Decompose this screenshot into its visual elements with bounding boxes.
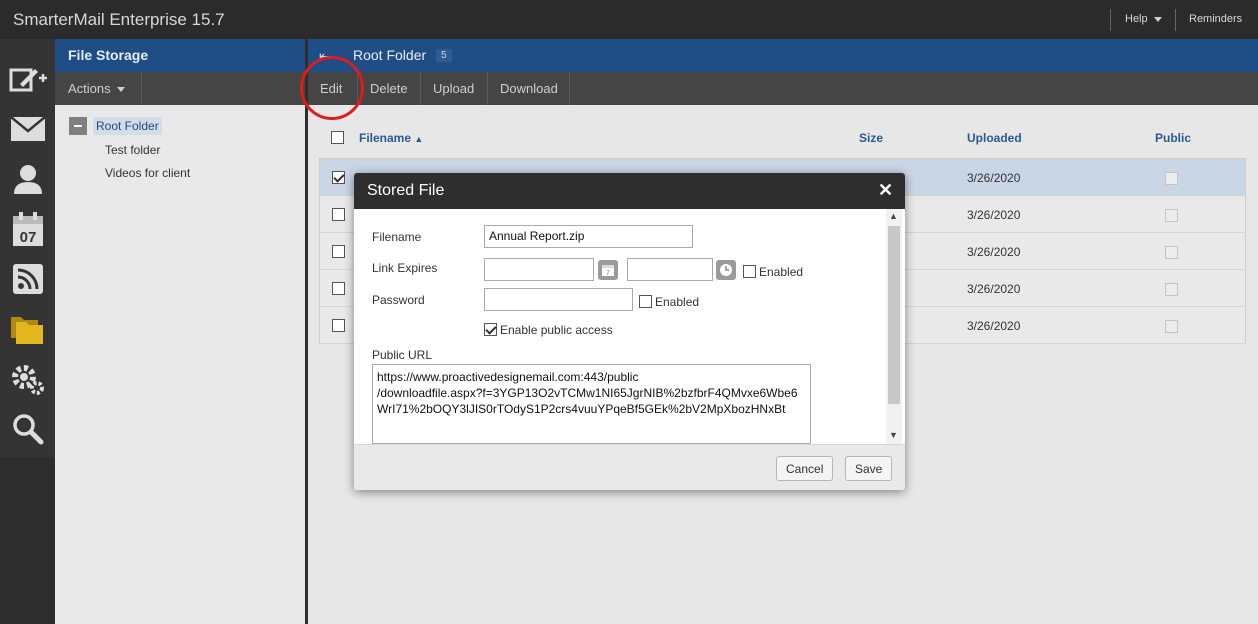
- file-storage-icon[interactable]: [8, 309, 48, 349]
- rss-icon[interactable]: [8, 259, 48, 299]
- mail-icon[interactable]: [8, 109, 48, 149]
- uploaded-cell: 3/26/2020: [967, 319, 1021, 333]
- dialog-header: Stored File ✕: [354, 173, 905, 209]
- uploaded-cell: 3/26/2020: [967, 171, 1021, 185]
- folder-title: Root Folder: [353, 47, 427, 63]
- main-toolbar: Edit Delete Upload Download: [308, 72, 1258, 105]
- public-checkbox[interactable]: [1165, 246, 1178, 259]
- download-button[interactable]: Download: [488, 72, 570, 105]
- svg-text:7: 7: [606, 270, 610, 277]
- filename-label: Filename: [372, 230, 422, 244]
- password-enabled-checkbox[interactable]: [639, 295, 652, 308]
- row-checkbox[interactable]: [332, 282, 345, 295]
- column-uploaded[interactable]: Uploaded: [967, 131, 1022, 145]
- tree-root[interactable]: Root Folder: [69, 117, 162, 135]
- clock-picker-icon[interactable]: [716, 260, 736, 280]
- password-enabled-label: Enabled: [655, 295, 700, 309]
- actions-dropdown[interactable]: Actions: [55, 72, 142, 105]
- upload-button[interactable]: Upload: [421, 72, 488, 105]
- password-label: Password: [372, 293, 425, 307]
- reminders-link[interactable]: Reminders: [1189, 13, 1242, 25]
- stored-file-dialog: Stored File ✕ Filename Annual Report.zip…: [354, 173, 905, 490]
- link-expires-enabled-checkbox[interactable]: [743, 265, 756, 278]
- public-url-line: WrI71%2bOQY3lJIS0rTOdyS1P2crs4vuuYPqeBf5…: [377, 402, 786, 416]
- close-icon[interactable]: ✕: [878, 180, 893, 201]
- file-storage-header: File Storage: [55, 39, 305, 72]
- public-checkbox[interactable]: [1165, 320, 1178, 333]
- dialog-scrollbar[interactable]: ▲ ▼: [886, 209, 902, 444]
- sort-ascending-icon: ▲: [414, 134, 424, 144]
- public-checkbox[interactable]: [1165, 283, 1178, 296]
- actions-label: Actions: [68, 81, 111, 96]
- public-checkbox[interactable]: [1165, 209, 1178, 222]
- column-filename[interactable]: Filename ▲: [359, 131, 423, 145]
- topbar-separator: [1110, 9, 1111, 31]
- column-filename-label: Filename: [359, 131, 412, 145]
- filename-input[interactable]: Annual Report.zip: [484, 225, 693, 248]
- main-header: ⇤ Root Folder 5: [308, 39, 1258, 72]
- collapse-icon[interactable]: [69, 117, 87, 135]
- app-title: SmarterMail Enterprise 15.7: [13, 10, 225, 29]
- tree-root-label[interactable]: Root Folder: [93, 117, 162, 135]
- public-checkbox[interactable]: [1165, 172, 1178, 185]
- dialog-title: Stored File: [367, 182, 445, 199]
- dialog-body: Filename Annual Report.zip Link Expires …: [354, 209, 905, 444]
- row-checkbox[interactable]: [332, 171, 345, 184]
- scroll-up-icon[interactable]: ▲: [889, 211, 898, 221]
- left-toolbar: Actions: [55, 72, 305, 105]
- calendar-icon[interactable]: 07: [8, 209, 48, 249]
- column-size[interactable]: Size: [859, 131, 883, 145]
- public-url-label: Public URL: [372, 348, 433, 362]
- column-public[interactable]: Public: [1155, 131, 1191, 145]
- compose-icon[interactable]: [8, 59, 48, 99]
- top-bar: SmarterMail Enterprise 15.7 Help Reminde…: [0, 0, 1258, 39]
- tree-item-test-folder[interactable]: Test folder: [105, 143, 160, 157]
- calendar-picker-icon[interactable]: 7: [598, 260, 618, 280]
- rail-footer: [0, 457, 55, 624]
- row-checkbox[interactable]: [332, 319, 345, 332]
- topbar-separator: [1175, 9, 1176, 31]
- settings-icon[interactable]: [8, 359, 48, 399]
- tree-item-videos-for-client[interactable]: Videos for client: [105, 166, 190, 180]
- search-icon[interactable]: [8, 409, 48, 449]
- chevron-down-icon: [1153, 16, 1162, 22]
- folder-tree: Root Folder Test folder Videos for clien…: [55, 105, 305, 624]
- password-input[interactable]: [484, 288, 633, 311]
- public-access-checkbox[interactable]: [484, 323, 497, 336]
- link-expires-enabled-label: Enabled: [759, 265, 804, 279]
- contacts-icon[interactable]: [8, 159, 48, 199]
- calendar-day: 07: [20, 229, 37, 246]
- public-url-line: https://www.proactivedesignemail.com:443…: [377, 370, 639, 384]
- help-label: Help: [1125, 13, 1148, 25]
- dialog-footer: Cancel Save: [354, 444, 905, 490]
- select-all-checkbox[interactable]: [331, 131, 344, 144]
- public-url-line: /downloadfile.aspx?f=3YGP13O2vTCMw1NI65J…: [377, 386, 798, 400]
- cancel-button[interactable]: Cancel: [776, 456, 834, 481]
- file-count-badge: 5: [436, 49, 452, 62]
- delete-button[interactable]: Delete: [358, 72, 421, 105]
- link-expires-time-input[interactable]: [627, 258, 713, 281]
- uploaded-cell: 3/26/2020: [967, 245, 1021, 259]
- chevron-down-icon: [117, 87, 126, 93]
- scroll-thumb[interactable]: [888, 226, 900, 404]
- annotation-circle: [300, 56, 364, 120]
- row-checkbox[interactable]: [332, 208, 345, 221]
- uploaded-cell: 3/26/2020: [967, 282, 1021, 296]
- link-expires-label: Link Expires: [372, 261, 438, 275]
- public-access-label: Enable public access: [500, 323, 613, 337]
- scroll-down-icon[interactable]: ▼: [889, 430, 898, 440]
- row-checkbox[interactable]: [332, 245, 345, 258]
- help-menu[interactable]: Help: [1125, 13, 1162, 25]
- link-expires-date-input[interactable]: [484, 258, 594, 281]
- save-button[interactable]: Save: [845, 456, 893, 481]
- public-url-textarea[interactable]: https://www.proactivedesignemail.com:443…: [372, 364, 811, 444]
- uploaded-cell: 3/26/2020: [967, 208, 1021, 222]
